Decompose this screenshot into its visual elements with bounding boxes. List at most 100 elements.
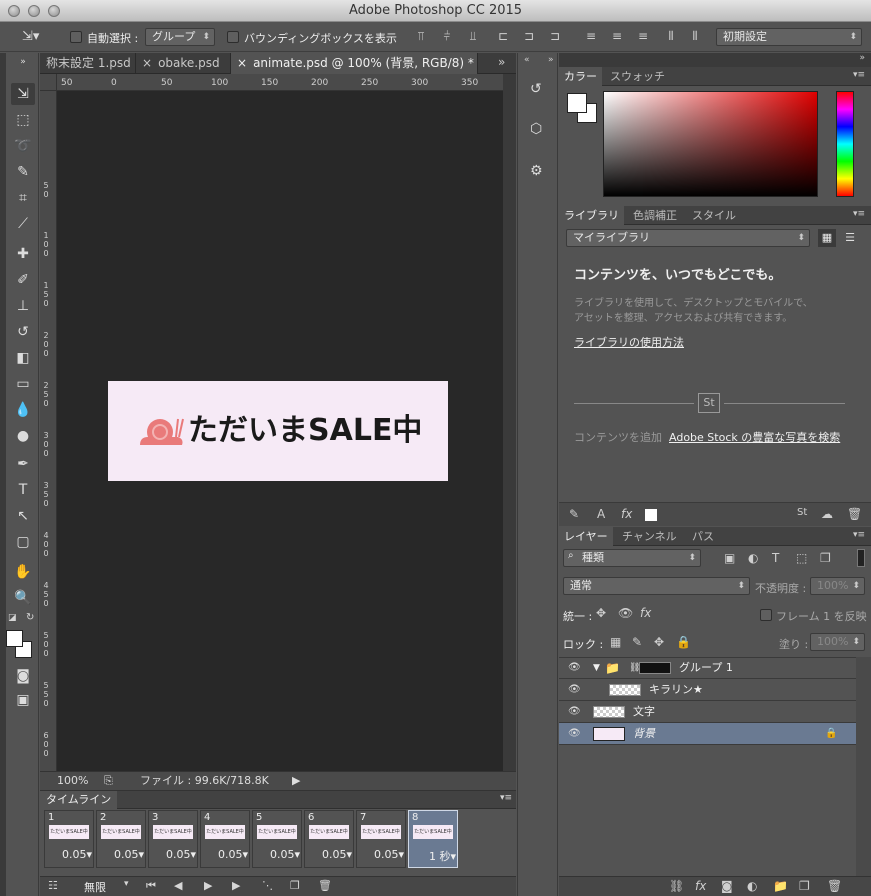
panel-menu-icon[interactable]: ▾≡ (853, 70, 865, 80)
ruler-origin[interactable] (40, 74, 57, 91)
expand-group-icon[interactable]: ▼ (593, 657, 600, 679)
horizontal-ruler[interactable]: 50 0 50 100 150 200 250 300 350 (57, 74, 503, 91)
default-colors-icon[interactable]: ◪ (8, 613, 17, 623)
swap-colors-icon[interactable]: ↻ (26, 612, 34, 623)
opacity-input[interactable]: 100% (810, 577, 865, 595)
grid-view-icon[interactable]: ▦ (818, 229, 836, 247)
hue-slider[interactable] (836, 91, 854, 197)
workspace-dropdown[interactable]: 初期設定 (716, 28, 862, 46)
unify-visibility-icon[interactable]: 👁 (618, 606, 633, 620)
eraser-tool-icon[interactable]: ◧ (11, 347, 35, 369)
tab-channels[interactable]: チャンネル (617, 527, 682, 546)
loop-dropdown-arrow-icon[interactable]: ▾ (124, 879, 129, 889)
add-character-style-icon[interactable]: A (597, 507, 605, 521)
stock-search-icon[interactable]: St (797, 507, 807, 518)
align-bottom-icon[interactable]: ⫫ (466, 29, 480, 43)
marquee-tool-icon[interactable]: ⬚ (11, 109, 35, 131)
panel-menu-icon[interactable]: ▾≡ (853, 209, 865, 219)
new-layer-icon[interactable]: ❐ (799, 879, 810, 893)
tab-layers[interactable]: レイヤー (559, 527, 613, 546)
stamp-tool-icon[interactable]: ⊥ (11, 295, 35, 317)
tab-swatches[interactable]: スウォッチ (605, 67, 670, 86)
zoom-window-button[interactable] (48, 5, 60, 17)
foreground-color-swatch[interactable] (6, 630, 23, 647)
3d-panel-icon[interactable]: ⬡ (530, 121, 542, 137)
zoom-tool-icon[interactable]: 🔍 (11, 587, 35, 609)
add-color-swatch[interactable] (645, 509, 657, 521)
history-brush-tool-icon[interactable]: ↺ (11, 321, 35, 343)
bbox-checkbox[interactable] (227, 31, 239, 43)
add-layer-style-icon[interactable]: fx (621, 507, 632, 521)
first-frame-icon[interactable]: ⏮ (146, 879, 156, 893)
layer-row-kirarin[interactable]: 👁 キラリン★ (559, 679, 856, 701)
trash-icon[interactable]: 🗑 (847, 507, 862, 521)
vertical-ruler[interactable]: 5 0 1 0 0 1 5 0 2 0 0 2 5 0 3 0 0 3 5 0 … (40, 91, 57, 771)
crop-tool-icon[interactable]: ⌗ (11, 187, 35, 209)
layers-scrollbar[interactable] (856, 657, 871, 876)
close-window-button[interactable] (8, 5, 20, 17)
pen-tool-icon[interactable]: ✒ (11, 453, 35, 475)
fg-color-swatch[interactable] (567, 93, 587, 113)
frame-delay[interactable]: 0.05▾ (304, 848, 352, 861)
frame-delay[interactable]: 0.05▾ (200, 848, 248, 861)
new-adjustment-icon[interactable]: ◐ (747, 879, 757, 893)
auto-select-checkbox[interactable] (70, 31, 82, 43)
distribute-vcenter-icon[interactable]: ≡ (610, 29, 624, 43)
tab-adjustments[interactable]: 色調補正 (628, 206, 682, 225)
shape-tool-icon[interactable]: ▢ (11, 531, 35, 553)
delete-layer-icon[interactable]: 🗑 (827, 879, 842, 893)
distribute-right-icon[interactable]: ⫴ (688, 29, 702, 43)
add-style-icon[interactable]: fx (695, 879, 706, 893)
hand-tool-icon[interactable]: ✋ (11, 561, 35, 583)
more-tabs-icon[interactable]: » (498, 55, 505, 69)
history-panel-icon[interactable]: ↺ (530, 81, 542, 97)
lasso-tool-icon[interactable]: ➰ (11, 135, 35, 157)
collapse-panels-icon[interactable]: » (548, 55, 554, 65)
loop-dropdown[interactable]: 無限 (84, 879, 106, 895)
delete-frame-icon[interactable]: 🗑 (318, 879, 332, 892)
screen-mode-icon[interactable]: ▣ (11, 689, 35, 711)
list-view-icon[interactable]: ☰ (842, 229, 858, 247)
add-mask-icon[interactable]: ◙ (721, 879, 733, 893)
visibility-eye-icon[interactable]: 👁 (568, 723, 581, 745)
layer-row-background[interactable]: 👁 背景 🔒 (559, 723, 856, 745)
filter-smart-object-icon[interactable]: ❐ (820, 551, 831, 565)
collapse-right-dock-icon[interactable]: » (859, 53, 865, 63)
status-menu-arrow-icon[interactable]: ▶ (292, 772, 300, 790)
frame-delay[interactable]: 0.05▾ (44, 848, 92, 861)
color-field[interactable] (603, 91, 818, 197)
play-icon[interactable]: ▶ (204, 879, 212, 892)
align-hcenter-icon[interactable]: ⊐ (522, 29, 536, 43)
align-top-icon[interactable]: ⫪ (414, 29, 428, 43)
panel-menu-icon[interactable]: ▾≡ (853, 530, 865, 540)
align-right-icon[interactable]: ⊐ (548, 29, 562, 43)
align-left-icon[interactable]: ⊏ (496, 29, 510, 43)
blur-tool-icon[interactable]: 💧 (11, 399, 35, 421)
path-select-tool-icon[interactable]: ↖ (11, 505, 35, 527)
tab-color[interactable]: カラー (559, 67, 602, 86)
expand-panels-icon[interactable]: « (524, 55, 530, 65)
type-tool-icon[interactable]: T (11, 479, 35, 501)
filter-pixel-icon[interactable]: ▣ (724, 551, 735, 565)
unify-style-icon[interactable]: fx (640, 606, 651, 620)
link-layers-icon[interactable]: ⛓ (669, 879, 684, 893)
align-vcenter-icon[interactable]: ⫩ (440, 29, 454, 43)
brush-tool-icon[interactable]: ✐ (11, 269, 35, 291)
new-group-icon[interactable]: 📁 (773, 879, 788, 893)
library-dropdown[interactable]: マイライブラリ (566, 229, 810, 247)
zoom-level[interactable]: 100% (57, 772, 88, 790)
share-icon[interactable]: ⎘ (104, 772, 113, 790)
visibility-eye-icon[interactable]: 👁 (568, 657, 581, 679)
duplicate-frame-icon[interactable]: ❐ (290, 879, 300, 892)
tab-document-1[interactable]: 称末設定 1.psd (40, 53, 136, 74)
minimize-window-button[interactable] (28, 5, 40, 17)
properties-panel-icon[interactable]: ⚙ (530, 163, 543, 179)
move-tool-preset-icon[interactable]: ⇲▾ (22, 29, 39, 44)
canvas[interactable]: ただいまSALE中 (108, 381, 448, 481)
dodge-tool-icon[interactable]: ● (11, 425, 35, 447)
tab-styles[interactable]: スタイル (687, 206, 741, 225)
lock-all-icon[interactable]: 🔒 (676, 635, 691, 649)
filter-shape-icon[interactable]: ⬚ (796, 551, 807, 565)
distribute-left-icon[interactable]: ⫴ (664, 29, 678, 43)
unify-position-icon[interactable]: ✥ (596, 606, 606, 620)
